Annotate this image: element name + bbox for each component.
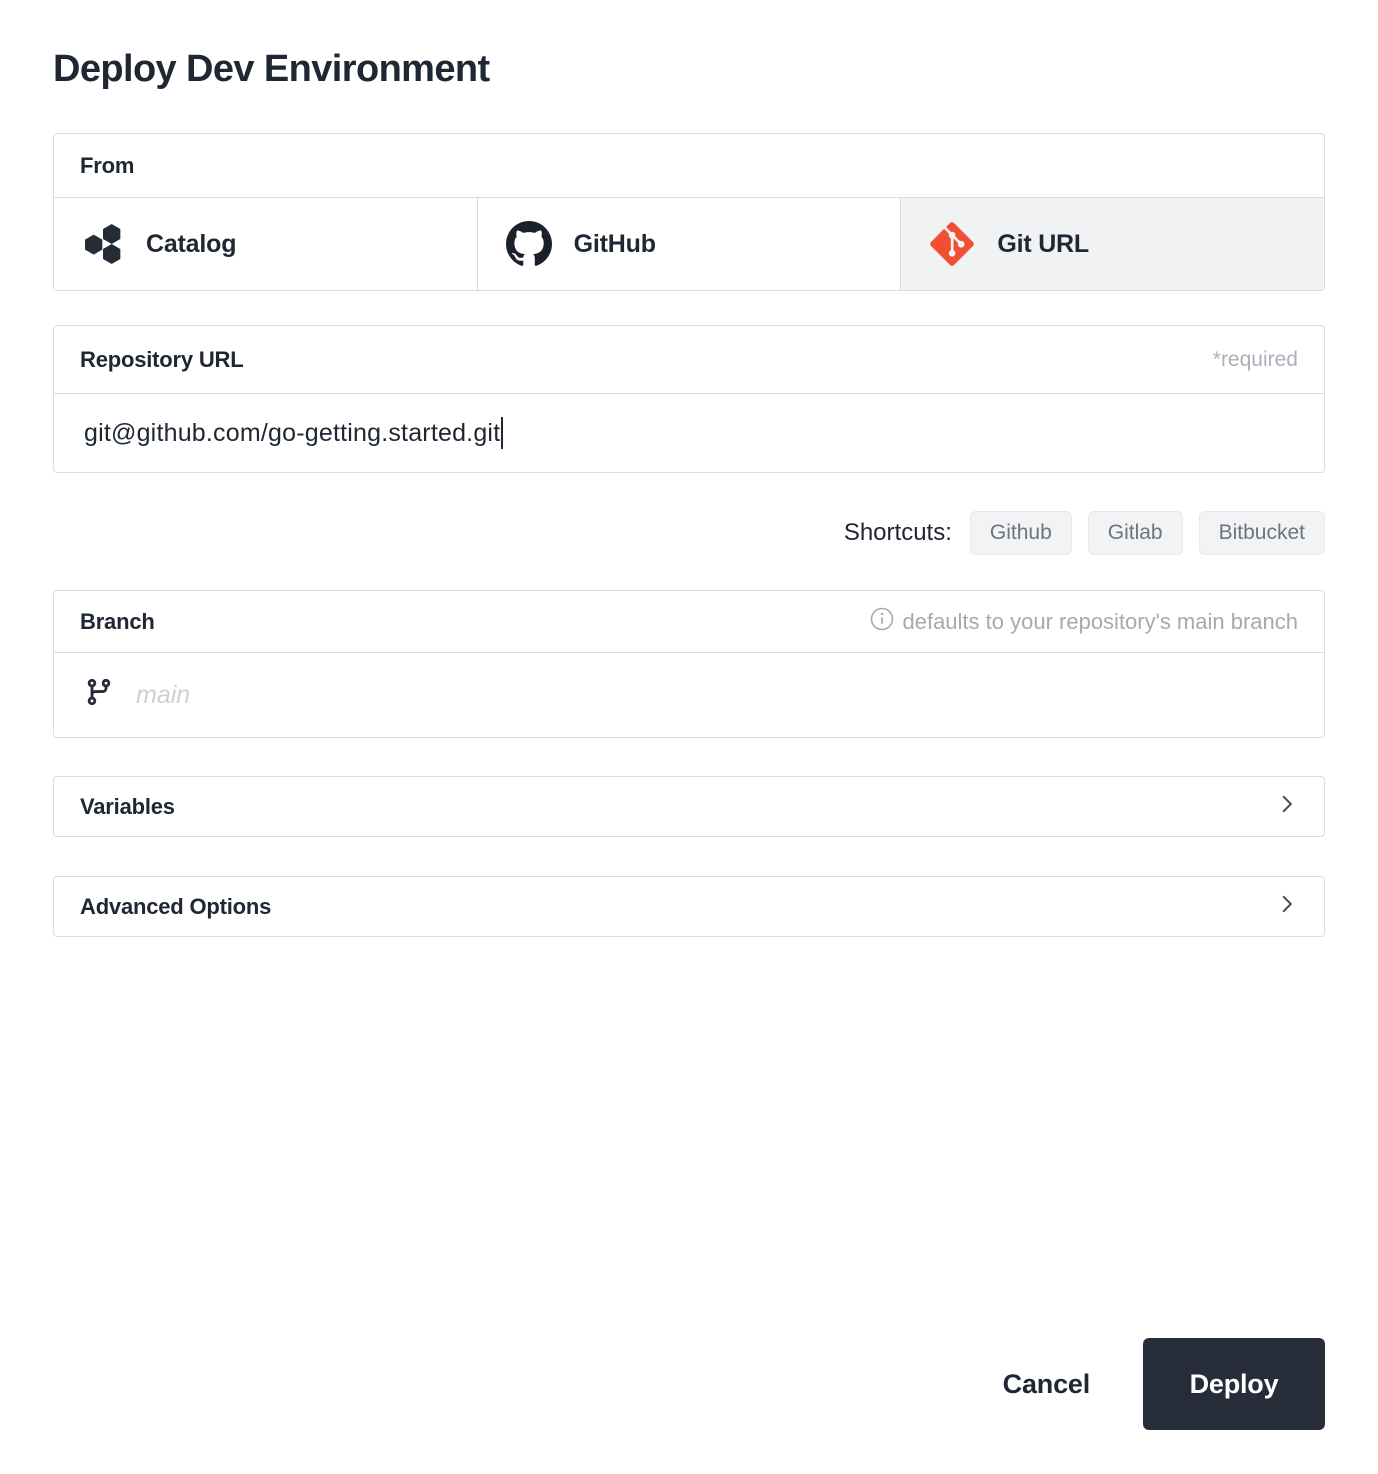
branch-label: Branch xyxy=(80,609,155,635)
footer-actions: Cancel Deploy xyxy=(1003,1338,1325,1430)
deploy-button[interactable]: Deploy xyxy=(1143,1338,1325,1430)
page-title: Deploy Dev Environment xyxy=(53,48,1325,91)
repository-url-input[interactable]: git@github.com/go-getting.started.git xyxy=(54,394,1324,472)
variables-section[interactable]: Variables xyxy=(53,776,1325,837)
variables-label: Variables xyxy=(80,794,175,820)
from-section: From Catalog GitHub xyxy=(53,133,1325,291)
tab-git-url[interactable]: Git URL xyxy=(901,198,1324,290)
from-header: From xyxy=(54,134,1324,198)
chevron-right-icon xyxy=(1276,793,1298,820)
shortcut-github-button[interactable]: Github xyxy=(970,511,1072,555)
info-icon xyxy=(870,607,894,637)
git-branch-icon xyxy=(84,677,114,714)
branch-hint-text: defaults to your repository's main branc… xyxy=(902,609,1298,635)
tab-github[interactable]: GitHub xyxy=(478,198,902,290)
github-icon xyxy=(506,221,552,267)
repository-url-label: Repository URL xyxy=(80,347,243,373)
source-tabs: Catalog GitHub Git URL xyxy=(54,198,1324,290)
chevron-right-icon xyxy=(1276,893,1298,920)
tab-github-label: GitHub xyxy=(574,230,656,259)
required-hint: *required xyxy=(1213,348,1298,372)
advanced-options-label: Advanced Options xyxy=(80,894,271,920)
cancel-button[interactable]: Cancel xyxy=(1003,1369,1090,1400)
shortcut-bitbucket-button[interactable]: Bitbucket xyxy=(1199,511,1325,555)
branch-header: Branch defaults to your repository's mai… xyxy=(54,591,1324,653)
repository-url-value: git@github.com/go-getting.started.git xyxy=(84,419,500,448)
branch-input[interactable]: main xyxy=(54,653,1324,737)
from-label: From xyxy=(80,153,134,179)
branch-placeholder: main xyxy=(136,681,190,710)
shortcuts-label: Shortcuts: xyxy=(844,519,952,547)
deploy-dev-environment-page: Deploy Dev Environment From Catalog xyxy=(0,0,1378,1474)
repository-url-header: Repository URL *required xyxy=(54,326,1324,394)
repository-url-section: Repository URL *required git@github.com/… xyxy=(53,325,1325,473)
tab-catalog[interactable]: Catalog xyxy=(54,198,478,290)
catalog-hexagons-icon xyxy=(82,222,124,266)
advanced-options-section[interactable]: Advanced Options xyxy=(53,876,1325,937)
branch-section: Branch defaults to your repository's mai… xyxy=(53,590,1325,738)
shortcuts-row: Shortcuts: Github Gitlab Bitbucket xyxy=(53,511,1325,555)
shortcut-gitlab-button[interactable]: Gitlab xyxy=(1088,511,1183,555)
branch-hint: defaults to your repository's main branc… xyxy=(870,607,1298,637)
text-cursor xyxy=(501,417,503,449)
tab-git-url-label: Git URL xyxy=(997,230,1089,259)
git-icon xyxy=(929,221,975,267)
tab-catalog-label: Catalog xyxy=(146,230,236,259)
